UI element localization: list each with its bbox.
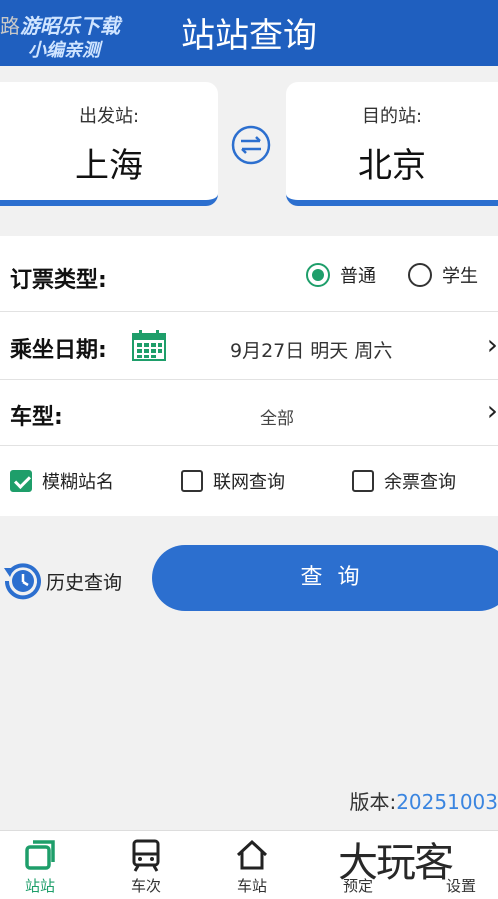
checkbox-remaining-tickets-box[interactable] — [352, 470, 374, 492]
radio-normal[interactable]: 普通 — [306, 262, 376, 288]
station-to-station-icon — [25, 840, 55, 870]
checkbox-online-query[interactable]: 联网查询 — [181, 468, 285, 494]
version-number: 20251003 — [396, 790, 498, 814]
radio-student-indicator[interactable] — [408, 263, 432, 287]
swap-stations-icon[interactable] — [228, 122, 274, 168]
version-text: 版本:20251003 — [349, 786, 498, 815]
calendar-icon[interactable] — [132, 329, 166, 361]
history-clock-icon[interactable] — [2, 560, 44, 602]
checkbox-online-query-label: 联网查询 — [213, 472, 285, 493]
tab-train-number[interactable]: 车次 — [106, 837, 186, 896]
version-label: 版本: — [349, 790, 397, 814]
date-chevron-icon[interactable]: › — [487, 328, 498, 361]
train-icon — [132, 839, 160, 872]
checkbox-online-query-box[interactable] — [181, 470, 203, 492]
date-label: 乘坐日期: — [10, 338, 107, 363]
radio-student[interactable]: 学生 — [408, 262, 478, 288]
tab-station[interactable]: 车站 — [212, 837, 292, 896]
watermark-bottom: 大玩客 — [338, 840, 454, 886]
date-value[interactable]: 9月27日 明天 周六 — [230, 336, 392, 363]
history-query-label: 历史查询 — [46, 571, 123, 594]
to-station-name[interactable]: 北京 — [286, 138, 498, 187]
ticket-type-label: 订票类型: — [10, 268, 107, 293]
app-header: 路游昭乐下载 小编亲测 站站查询 — [0, 0, 498, 66]
train-type-row[interactable]: 车型: 全部 › — [0, 380, 498, 446]
checkbox-fuzzy-station-box[interactable] — [10, 470, 32, 492]
tab-station-to-station[interactable]: 站站 — [0, 837, 80, 896]
tab-station-to-station-label: 站站 — [24, 877, 55, 895]
to-station-label: 目的站: — [361, 106, 423, 127]
tab-station-label: 车站 — [236, 877, 267, 895]
home-station-icon — [236, 839, 268, 870]
history-query-button[interactable]: 历史查询 — [2, 560, 122, 602]
from-station-name[interactable]: 上海 — [0, 138, 218, 187]
date-row[interactable]: 乘坐日期: 9月27日 明天 周六 › — [0, 312, 498, 380]
radio-normal-label: 普通 — [340, 266, 376, 287]
train-type-label: 车型: — [10, 405, 63, 430]
query-form: 订票类型: 普通 学生 乘坐日期: 9月27日 明天 周六 › 车型: 全部 ›… — [0, 236, 498, 516]
checkbox-remaining-tickets-label: 余票查询 — [384, 472, 456, 493]
train-type-value[interactable]: 全部 — [260, 404, 294, 429]
checkbox-fuzzy-station[interactable]: 模糊站名 — [10, 468, 114, 494]
from-station-card[interactable]: 出发站: 上海 — [0, 82, 218, 206]
radio-normal-indicator[interactable] — [306, 263, 330, 287]
radio-student-label: 学生 — [442, 266, 478, 287]
to-station-card[interactable]: 目的站: 北京 — [286, 82, 498, 206]
checkbox-remaining-tickets[interactable]: 余票查询 — [352, 468, 456, 494]
train-type-chevron-icon[interactable]: › — [487, 394, 498, 427]
tab-train-number-label: 车次 — [130, 877, 161, 895]
ticket-type-row: 订票类型: 普通 学生 — [0, 236, 498, 312]
page-title: 站站查询 — [181, 16, 317, 56]
checkbox-fuzzy-station-label: 模糊站名 — [42, 472, 114, 493]
from-station-label: 出发站: — [78, 106, 140, 127]
query-button[interactable]: 查 询 — [152, 545, 498, 611]
